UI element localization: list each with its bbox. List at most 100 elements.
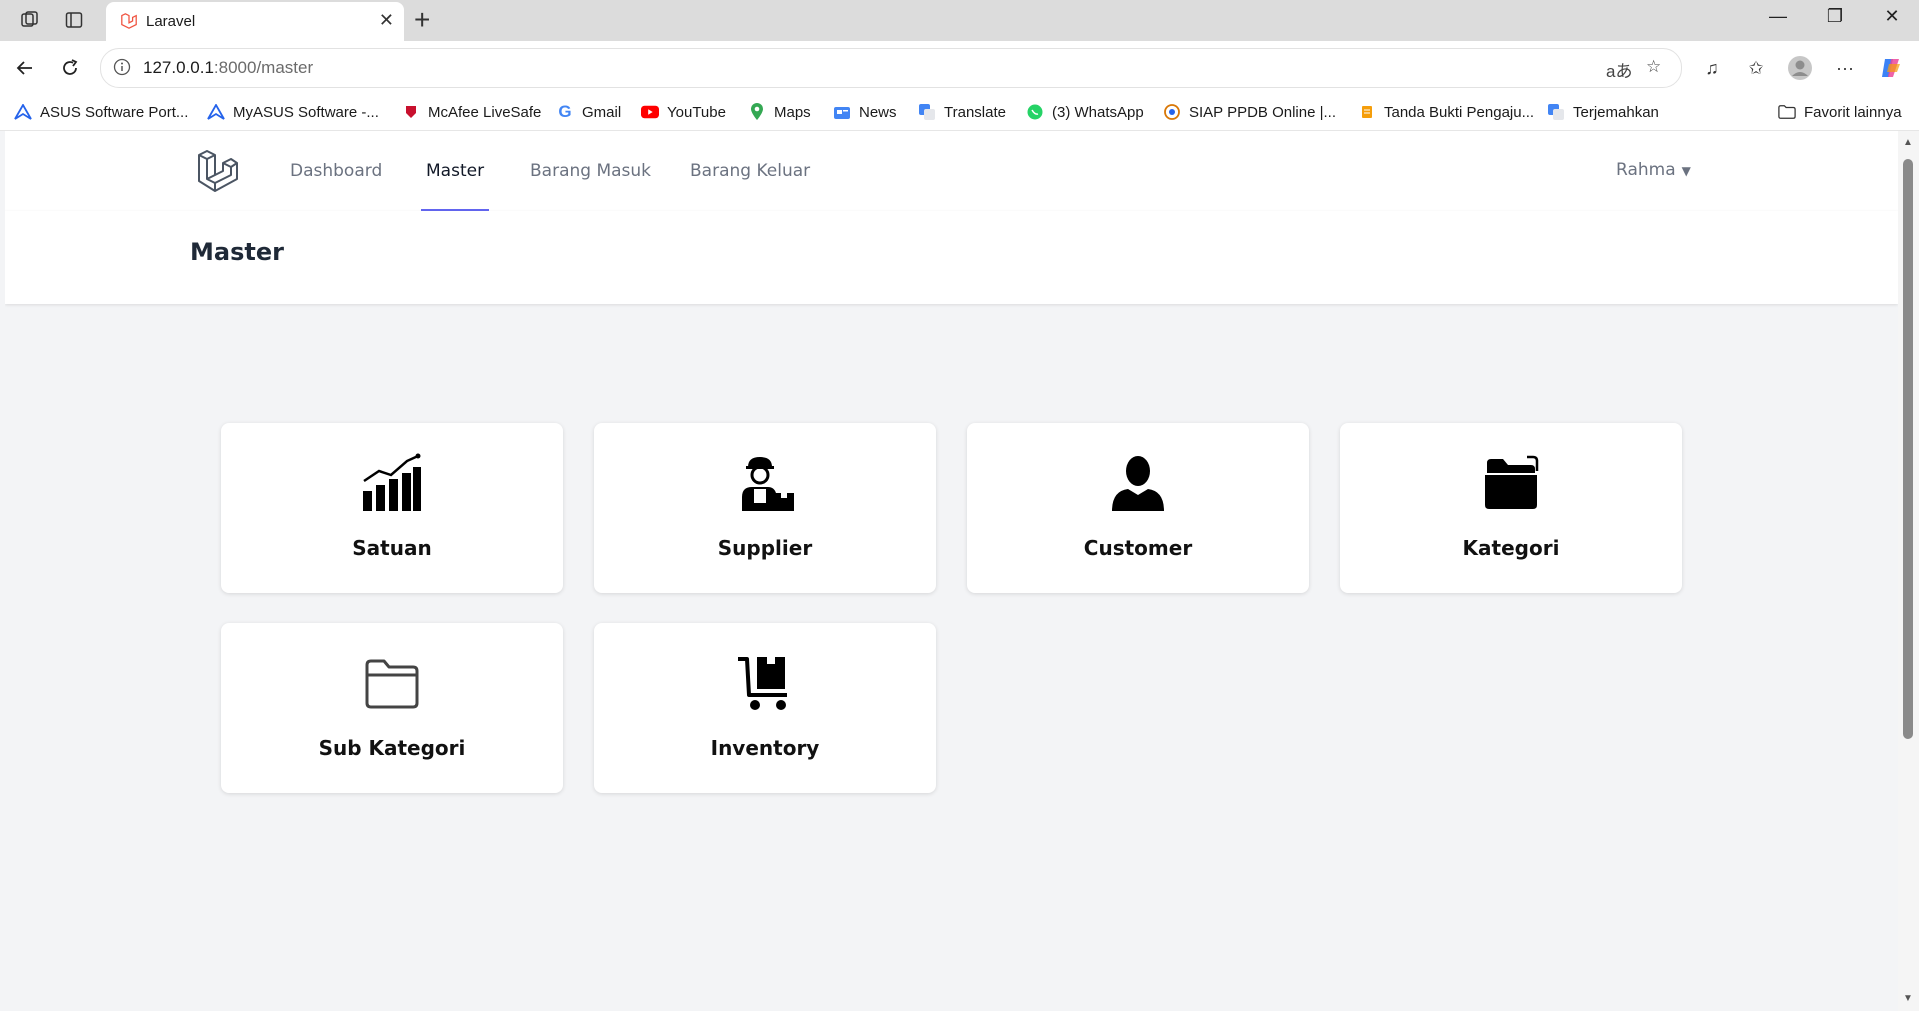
workspaces-icon[interactable] <box>18 8 42 32</box>
laravel-logo-icon[interactable] <box>195 149 239 198</box>
back-icon[interactable] <box>10 53 40 83</box>
bookmark-translate[interactable]: Translate <box>918 101 1006 123</box>
bookmark-label: Terjemahkan <box>1573 103 1659 121</box>
vertical-tabs-icon[interactable] <box>62 8 86 32</box>
bookmark-label: YouTube <box>667 103 726 121</box>
card-satuan[interactable]: Satuan <box>221 423 563 593</box>
bookmark-label: Favorit lainnya <box>1804 103 1902 121</box>
bookmark-label: Gmail <box>582 103 622 121</box>
bookmark-gmail[interactable]: G Gmail <box>556 101 621 123</box>
bookmark-maps[interactable]: Maps <box>748 101 811 123</box>
bookmark-label: ASUS Software Port... <box>40 103 189 121</box>
news-icon <box>833 103 851 121</box>
bookmark-label: Tanda Bukti Pengaju... <box>1384 103 1535 121</box>
nav-dashboard[interactable]: Dashboard <box>290 161 382 181</box>
card-label: Inventory <box>710 736 820 760</box>
bookmark-tanda-bukti[interactable]: Tanda Bukti Pengaju... <box>1358 101 1534 123</box>
person-icon <box>967 453 1309 513</box>
reload-icon[interactable] <box>55 53 85 83</box>
restore-icon[interactable]: ❐ <box>1815 6 1855 27</box>
bookmark-label: MyASUS Software -... <box>233 103 379 121</box>
bookmark-asus-software[interactable]: ASUS Software Port... <box>14 101 188 123</box>
scroll-up-icon[interactable]: ▲ <box>1903 137 1913 148</box>
app-navbar: Dashboard Master Barang Masuk Barang Kel… <box>5 131 1898 212</box>
omnibox[interactable]: 127.0.0.1:8000/master aあ ☆ <box>100 48 1682 88</box>
site-info-icon[interactable] <box>113 58 131 81</box>
whatsapp-icon <box>1026 103 1044 121</box>
asus-icon <box>14 103 32 121</box>
card-inventory[interactable]: Inventory <box>594 623 936 793</box>
translate-icon <box>918 103 936 121</box>
shopping-cart-icon <box>594 653 936 713</box>
bookmark-label: Translate <box>944 103 1006 121</box>
read-aloud-icon[interactable]: aあ <box>1606 57 1632 82</box>
url-text[interactable]: 127.0.0.1:8000/master <box>143 58 313 78</box>
bookmark-label: SIAP PPDB Online |... <box>1189 103 1337 121</box>
browser-tab-bar: Laravel ✕ + — ❐ ✕ <box>0 0 1919 41</box>
more-menu-icon[interactable]: ··· <box>1830 53 1860 83</box>
folder-outline-icon <box>221 653 563 713</box>
url-path: :8000/master <box>213 58 314 77</box>
nav-barang-keluar[interactable]: Barang Keluar <box>690 161 810 181</box>
card-label: Customer <box>1083 536 1193 560</box>
bookmark-whatsapp[interactable]: (3) WhatsApp <box>1026 101 1144 123</box>
delivery-person-icon <box>594 453 936 513</box>
youtube-icon <box>641 103 659 121</box>
google-icon: G <box>558 102 572 121</box>
mcafee-icon <box>402 103 420 121</box>
window-close-icon[interactable]: ✕ <box>1872 6 1912 27</box>
card-sub-kategori[interactable]: Sub Kategori <box>221 623 563 793</box>
minimize-icon[interactable]: — <box>1758 6 1798 27</box>
favorite-star-icon[interactable]: ☆ <box>1646 57 1661 77</box>
bookmark-myasus[interactable]: MyASUS Software -... <box>207 101 379 123</box>
myasus-icon <box>207 103 225 121</box>
bookmark-youtube[interactable]: YouTube <box>641 101 726 123</box>
page-title: Master <box>190 238 284 266</box>
bookmark-label: McAfee LiveSafe <box>428 103 542 121</box>
card-label: Supplier <box>717 536 813 560</box>
nav-barang-masuk[interactable]: Barang Masuk <box>530 161 651 181</box>
card-customer[interactable]: Customer <box>967 423 1309 593</box>
laravel-favicon-icon <box>120 12 138 35</box>
address-toolbar: 127.0.0.1:8000/master aあ ☆ ♫ ✩ ··· <box>0 41 1919 94</box>
browser-essentials-icon[interactable]: ♫ <box>1697 53 1727 83</box>
scrollbar-thumb[interactable] <box>1903 159 1913 739</box>
bookmark-label: News <box>859 103 897 121</box>
active-tab[interactable]: Laravel ✕ <box>106 2 404 41</box>
close-tab-icon[interactable]: ✕ <box>379 10 394 31</box>
url-host: 127.0.0.1 <box>143 58 214 77</box>
user-name: Rahma <box>1616 160 1676 180</box>
nav-master[interactable]: Master <box>426 161 484 181</box>
card-label: Satuan <box>352 536 432 560</box>
bookmark-label: Maps <box>774 103 811 121</box>
copilot-icon[interactable] <box>1876 53 1906 83</box>
bookmark-terjemahkan[interactable]: Terjemahkan <box>1547 101 1659 123</box>
favorites-icon[interactable]: ✩ <box>1741 53 1771 83</box>
bookmark-mcafee[interactable]: McAfee LiveSafe <box>402 101 541 123</box>
scroll-down-icon[interactable]: ▼ <box>1903 993 1913 1004</box>
folder-icon <box>1778 103 1796 121</box>
card-supplier[interactable]: Supplier <box>594 423 936 593</box>
bar-chart-trend-icon <box>221 453 563 513</box>
page-scrollbar[interactable]: ▲ ▼ <box>1898 131 1919 1011</box>
bookmark-news[interactable]: News <box>833 101 897 123</box>
profile-avatar-icon[interactable] <box>1785 53 1815 83</box>
page-header: Master <box>5 211 1898 304</box>
translate-icon <box>1547 103 1565 121</box>
chevron-down-icon: ▼ <box>1681 164 1691 178</box>
new-tab-icon[interactable]: + <box>414 4 430 36</box>
bookmarks-bar: ASUS Software Port... MyASUS Software -.… <box>0 94 1919 131</box>
bookmark-siap-ppdb[interactable]: SIAP PPDB Online |... <box>1163 101 1336 123</box>
folder-filled-icon <box>1340 453 1682 513</box>
user-menu-trigger[interactable]: Rahma ▼ <box>1616 160 1691 180</box>
bookmark-label: (3) WhatsApp <box>1052 103 1144 121</box>
siap-ppdb-icon <box>1163 103 1181 121</box>
form-icon <box>1358 103 1376 121</box>
page-viewport: Dashboard Master Barang Masuk Barang Kel… <box>5 131 1898 1011</box>
tab-title: Laravel <box>146 13 196 30</box>
maps-pin-icon <box>748 103 766 121</box>
card-label: Kategori <box>1462 536 1560 560</box>
card-label: Sub Kategori <box>318 736 466 760</box>
other-favorites-folder[interactable]: Favorit lainnya <box>1778 101 1902 123</box>
card-kategori[interactable]: Kategori <box>1340 423 1682 593</box>
